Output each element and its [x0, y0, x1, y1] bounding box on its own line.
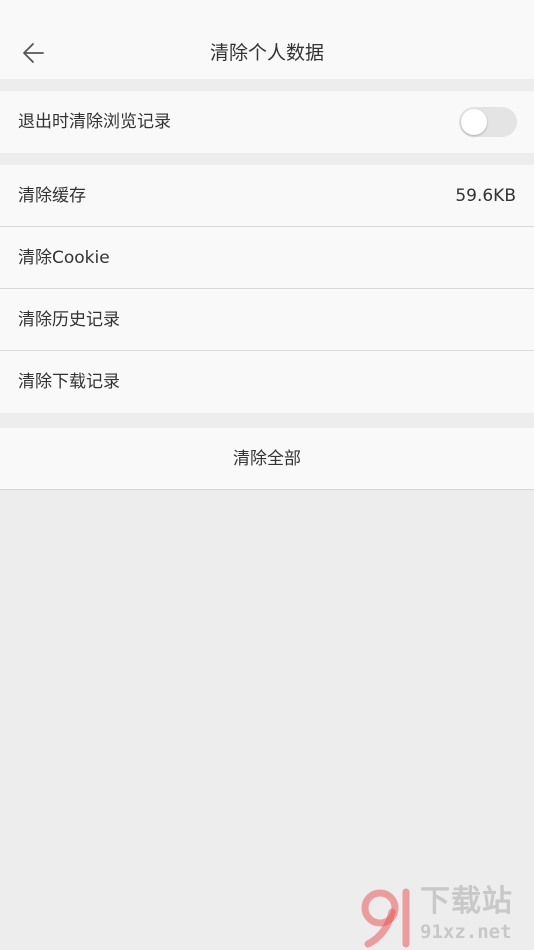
clear-cookie-row[interactable]: 清除Cookie: [0, 227, 534, 289]
clear-downloads-label: 清除下载记录: [18, 372, 120, 392]
clear-downloads-row[interactable]: 清除下载记录: [0, 351, 534, 413]
exit-clear-label: 退出时清除浏览记录: [18, 112, 171, 132]
watermark-en-text: 91xz.net: [420, 921, 512, 943]
watermark-91-icon: [361, 888, 410, 948]
header-bar: 清除个人数据: [0, 0, 534, 79]
clear-history-label: 清除历史记录: [18, 310, 120, 330]
clear-cache-label: 清除缓存: [18, 186, 86, 206]
clear-history-row[interactable]: 清除历史记录: [0, 289, 534, 351]
cache-size-value: 59.6KB: [455, 186, 516, 206]
exit-clear-row: 退出时清除浏览记录: [0, 91, 534, 153]
watermark-logo: 下载站 91xz.net: [358, 884, 530, 948]
clear-all-button[interactable]: 清除全部: [0, 428, 534, 490]
page-title: 清除个人数据: [209, 42, 324, 64]
exit-clear-toggle[interactable]: [459, 107, 517, 137]
toggle-knob: [461, 109, 487, 135]
clear-cache-row[interactable]: 清除缓存 59.6KB: [0, 165, 534, 227]
watermark-cn-text: 下载站: [420, 884, 513, 919]
clear-cookie-label: 清除Cookie: [18, 248, 110, 268]
clear-items-section: 清除缓存 59.6KB 清除Cookie 清除历史记录 清除下载记录: [0, 165, 534, 413]
exit-clear-section: 退出时清除浏览记录: [0, 91, 534, 153]
